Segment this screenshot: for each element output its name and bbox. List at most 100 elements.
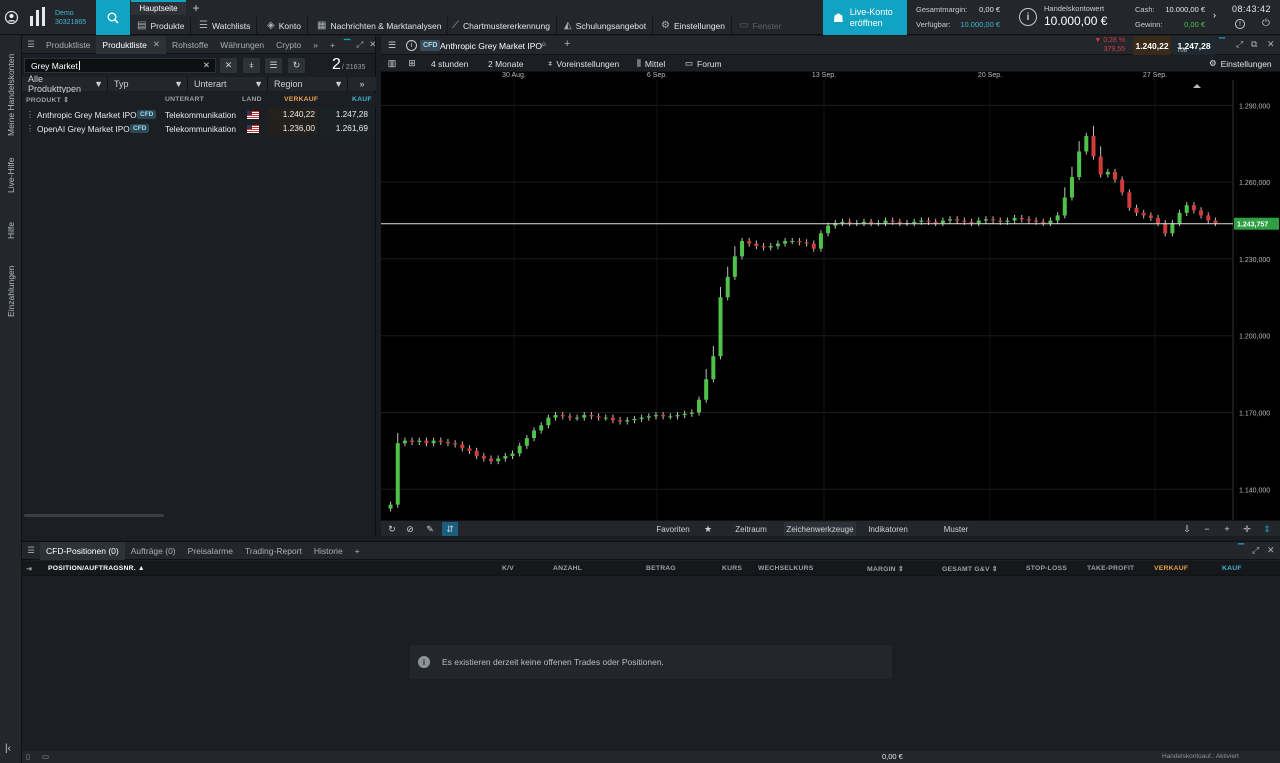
menu-icon[interactable]: ☰: [22, 36, 40, 54]
row-menu-icon[interactable]: ⋮: [26, 110, 34, 119]
header-kauf[interactable]: KAUF: [1222, 565, 1242, 572]
crosshair-toggle-icon[interactable]: ⇵: [442, 522, 458, 536]
tab-rohstoffe[interactable]: Rohstoffe: [166, 36, 214, 54]
crosshair-icon[interactable]: ✛: [1240, 522, 1254, 536]
horizontal-scrollbar[interactable]: [24, 514, 164, 517]
header-kurs[interactable]: KURS: [722, 565, 742, 572]
nav-chartmuster[interactable]: ⟋ Chartmustererkennung: [446, 17, 557, 34]
download-icon[interactable]: ⇩: [1180, 522, 1194, 536]
menu-icon[interactable]: ☰: [385, 38, 399, 53]
close-icon[interactable]: ✕: [1267, 39, 1275, 50]
sidetab-hilfe[interactable]: Hilfe: [1, 215, 21, 245]
muster-button[interactable]: Muster: [931, 522, 981, 536]
tab-produktliste-2[interactable]: Produktliste ✕: [96, 35, 166, 54]
forum-button[interactable]: ▭ Forum: [685, 55, 722, 72]
header-wechselkurs[interactable]: WECHSELKURS: [758, 565, 813, 572]
add-tab-icon[interactable]: +: [324, 36, 341, 54]
period-selector[interactable]: 4 stunden: [431, 55, 468, 72]
tab-hauptseite[interactable]: Hauptseite: [131, 0, 186, 15]
header-unterart[interactable]: UNTERART: [165, 96, 204, 103]
more-tabs-icon[interactable]: »: [307, 36, 324, 54]
bid-price[interactable]: 1.240,22: [1133, 36, 1171, 55]
zoom-in-icon[interactable]: +: [1220, 522, 1234, 536]
tab-waehrungen[interactable]: Währungen: [214, 36, 270, 54]
nav-nachrichten[interactable]: ▦ Nachrichten & Marktanalysen: [311, 17, 449, 34]
table-row[interactable]: ⋮ Anthropic Grey Market IPO CFD Telekommuni…: [22, 108, 376, 121]
sidetab-handelskonten[interactable]: Meine Handelskonten: [1, 45, 21, 145]
style-button[interactable]: ⫼ Mittel: [637, 55, 665, 72]
header-verkauf[interactable]: VERKAUF: [1154, 565, 1188, 572]
tab-produktliste-1[interactable]: Produktliste: [40, 36, 96, 54]
info-icon[interactable]: i: [1019, 8, 1037, 26]
keyboard-icon[interactable]: ▭: [42, 752, 49, 761]
presets-button[interactable]: ⧧ Voreinstellungen: [548, 55, 619, 72]
panel-mode-icon[interactable]: ▔: [1219, 38, 1225, 47]
close-panel-icon[interactable]: ✕: [366, 36, 379, 54]
header-margin[interactable]: MARGIN ⇕: [867, 565, 904, 573]
zeichenwerkzeuge-button[interactable]: Zeichenwerkzeuge: [784, 522, 856, 536]
filter-region[interactable]: Region ▼: [268, 77, 348, 91]
close-tab-icon[interactable]: ✕: [153, 39, 160, 50]
reset-icon[interactable]: ↻: [385, 522, 399, 536]
expand-icon[interactable]: ⤢: [1252, 545, 1259, 556]
nav-fenster[interactable]: ▭ Fenster: [733, 17, 787, 34]
user-icon[interactable]: [0, 0, 22, 35]
sidetab-live-hilfe[interactable]: Live-Hilfe: [1, 153, 21, 198]
header-produkt[interactable]: PRODUKT ⇕: [26, 96, 69, 104]
range-selector[interactable]: 2 Monate: [488, 55, 523, 72]
header-land[interactable]: LAND: [242, 96, 262, 103]
filter-unterart[interactable]: Unterart ▼: [188, 77, 268, 91]
autoscale-icon[interactable]: ⇕: [1260, 522, 1274, 536]
layout-grid-icon[interactable]: ⊞: [405, 57, 419, 70]
expand-icon[interactable]: ⤢: [353, 36, 366, 54]
search-input[interactable]: Grey Market ✕: [24, 58, 216, 73]
add-chart-icon[interactable]: +: [564, 38, 570, 50]
chart-settings-button[interactable]: ⚙ Einstellungen: [1209, 55, 1272, 72]
sidebar-toggle-icon[interactable]: ▥: [385, 57, 399, 70]
more-filters-icon[interactable]: »: [348, 77, 376, 91]
header-kauf[interactable]: KAUF: [352, 96, 372, 103]
expand-rows-icon[interactable]: ⇥: [26, 565, 32, 573]
tab-cfd-positionen[interactable]: CFD-Positionen (0): [40, 541, 125, 560]
add-tab-icon[interactable]: +: [190, 1, 202, 15]
zeitraum-button[interactable]: Zeitraum: [726, 522, 776, 536]
nav-schulung[interactable]: ◭ Schulungsangebot: [558, 17, 654, 34]
close-icon[interactable]: ✕: [1267, 545, 1275, 556]
header-stop-loss[interactable]: STOP-LOSS: [1026, 565, 1067, 572]
tab-crypto[interactable]: Crypto: [270, 36, 307, 54]
search-icon[interactable]: ⌕: [541, 39, 547, 50]
indikatoren-button[interactable]: Indikatoren: [859, 522, 917, 536]
star-icon[interactable]: ★: [701, 522, 715, 536]
tab-trading-report[interactable]: Trading-Report: [239, 542, 308, 560]
panel-mode-icon[interactable]: ▔: [1238, 544, 1244, 553]
filter-typ[interactable]: Typ ▼: [108, 77, 188, 91]
power-icon[interactable]: ⏻: [1262, 18, 1270, 29]
expand-icon[interactable]: ⤢: [1236, 39, 1243, 50]
popout-icon[interactable]: ⧉: [1251, 39, 1257, 50]
pencil-icon[interactable]: ✎: [423, 522, 437, 536]
zoom-out-icon[interactable]: −: [1200, 522, 1214, 536]
header-position[interactable]: POSITION/AUFTRAGSNR. ▲: [48, 565, 145, 572]
menu-icon[interactable]: ☰: [22, 542, 40, 560]
chevron-right-icon[interactable]: ›: [1213, 10, 1216, 20]
help-icon[interactable]: !: [1235, 19, 1245, 29]
nav-konto[interactable]: ◈ Konto: [261, 17, 308, 34]
filter-settings-button[interactable]: ⧧: [243, 58, 260, 73]
hide-icon[interactable]: ⊘: [403, 522, 417, 536]
header-verkauf[interactable]: VERKAUF: [284, 96, 318, 103]
row-menu-icon[interactable]: ⋮: [26, 124, 34, 133]
sidetab-einzahlungen[interactable]: Einzahlungen: [1, 260, 21, 322]
list-view-button[interactable]: ☰: [265, 58, 282, 73]
header-kv[interactable]: K/V: [502, 565, 514, 572]
search-button[interactable]: [96, 0, 130, 35]
clear-button[interactable]: ✕: [220, 58, 237, 73]
clear-search-icon[interactable]: ✕: [203, 60, 210, 71]
refresh-button[interactable]: ↻: [288, 58, 305, 73]
panel-mode-icon[interactable]: ▔: [341, 36, 354, 54]
candlestick-chart[interactable]: 1.140,000 1.170,000 1.200,000 1.230,000 1.26…: [381, 72, 1280, 520]
table-row[interactable]: ⋮ OpenAI Grey Market IPO CFD Telekommunikat…: [22, 122, 376, 135]
tab-preisalarme[interactable]: Preisalarme: [182, 542, 239, 560]
header-betrag[interactable]: BETRAG: [646, 565, 676, 572]
header-anzahl[interactable]: ANZAHL: [553, 565, 582, 572]
add-tab-icon[interactable]: +: [349, 542, 366, 560]
